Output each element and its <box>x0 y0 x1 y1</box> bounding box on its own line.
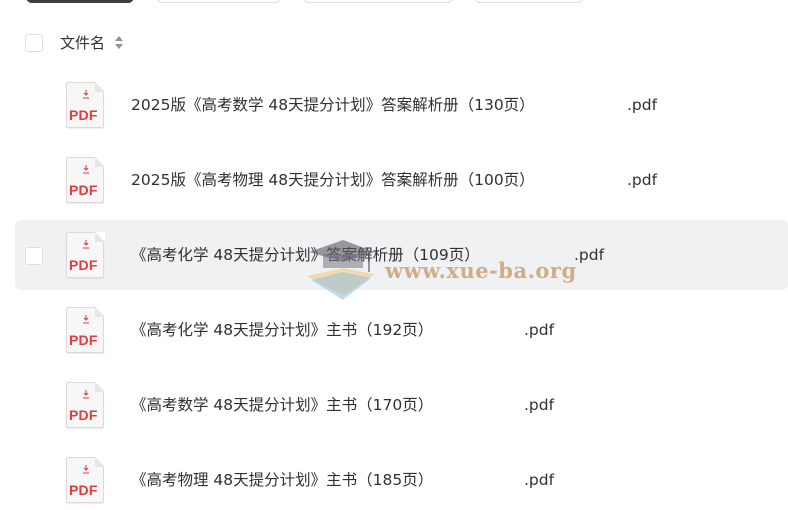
toolbar-primary-button[interactable] <box>26 0 134 3</box>
file-name[interactable]: 《高考化学 48天提分计划》答案解析册（109页） <box>131 245 480 265</box>
column-header-filename[interactable]: 文件名 <box>60 34 105 52</box>
pdf-file-icon: PDF <box>66 307 106 354</box>
file-row[interactable]: PDF 《高考化学 48天提分计划》答案解析册（109页） .pdf <box>15 220 788 290</box>
pdf-file-icon: PDF <box>66 457 106 504</box>
pdf-file-icon: PDF <box>66 232 106 279</box>
file-row[interactable]: PDF 《高考物理 48天提分计划》主书（185页） .pdf <box>15 445 788 510</box>
file-row[interactable]: PDF 2025版《高考物理 48天提分计划》答案解析册（100页） .pdf <box>15 145 788 215</box>
file-name[interactable]: 《高考化学 48天提分计划》主书（192页） <box>131 320 433 340</box>
pdf-file-icon: PDF <box>66 82 106 129</box>
row-checkbox[interactable] <box>25 247 43 265</box>
pdf-file-icon: PDF <box>66 157 106 204</box>
toolbar-button-2[interactable] <box>156 0 281 3</box>
file-extension: .pdf <box>627 96 658 114</box>
select-all-checkbox[interactable] <box>25 34 43 52</box>
file-extension: .pdf <box>524 321 555 339</box>
file-extension: .pdf <box>524 471 555 489</box>
file-list-header: 文件名 <box>0 25 788 61</box>
file-name[interactable]: 2025版《高考数学 48天提分计划》答案解析册（130页） <box>131 95 535 115</box>
file-name[interactable]: 2025版《高考物理 48天提分计划》答案解析册（100页） <box>131 170 535 190</box>
file-extension: .pdf <box>574 246 605 264</box>
toolbar-button-4[interactable] <box>474 0 584 3</box>
file-name[interactable]: 《高考数学 48天提分计划》主书（170页） <box>131 395 433 415</box>
file-row[interactable]: PDF 2025版《高考数学 48天提分计划》答案解析册（130页） .pdf <box>15 70 788 140</box>
file-row[interactable]: PDF 《高考化学 48天提分计划》主书（192页） .pdf <box>15 295 788 365</box>
file-extension: .pdf <box>627 171 658 189</box>
file-row[interactable]: PDF 《高考数学 48天提分计划》主书（170页） .pdf <box>15 370 788 440</box>
file-name[interactable]: 《高考物理 48天提分计划》主书（185页） <box>131 470 433 490</box>
toolbar-button-3[interactable] <box>303 0 453 3</box>
file-extension: .pdf <box>524 396 555 414</box>
sort-icon[interactable] <box>115 35 123 51</box>
pdf-file-icon: PDF <box>66 382 106 429</box>
